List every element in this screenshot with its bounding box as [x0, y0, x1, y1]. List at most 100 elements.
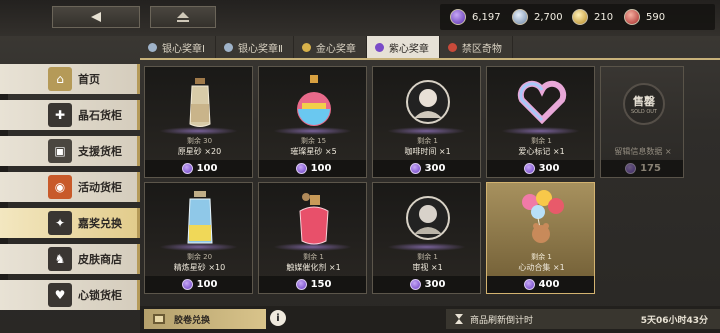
item-price-value: 400: [538, 279, 560, 290]
currency-silver-value: 2,700: [534, 11, 563, 23]
item-price: 300: [373, 160, 480, 177]
shop-item-card[interactable]: 剩余 30 原星砂 ×20 100: [144, 66, 253, 178]
sidebar-item-reward-exchange[interactable]: ✦ 嘉奖兑换: [0, 208, 140, 238]
purple-gem-icon: [181, 163, 193, 174]
item-glow: [159, 127, 238, 135]
sidebar: ⌂ 首页 ✚ 晶石货柜 ▣ 支援货柜 ◉ 活动货柜 ✦ 嘉奖兑换 ♞ 皮肤商店 …: [0, 64, 140, 310]
item-price-value: 150: [310, 279, 332, 290]
refresh-countdown: 商品刷新倒计时 5天06小时43分: [446, 309, 720, 329]
tab-label: 禁区奇物: [461, 43, 502, 55]
item-name: 咖啡时间 ×1: [404, 147, 451, 156]
item-price: 150: [259, 276, 366, 293]
currency-gold[interactable]: 210: [572, 7, 613, 27]
item-remaining: 剩余 20: [186, 253, 213, 261]
item-name: 心动合集 ×1: [518, 263, 565, 272]
shop-item-card[interactable]: 剩余 1 咖啡时间 ×1 300: [372, 66, 481, 178]
purple-gem-icon: [523, 163, 535, 174]
sidebar-item-support-shop[interactable]: ▣ 支援货柜: [0, 136, 140, 166]
currency-gold-value: 210: [594, 11, 614, 23]
tab-gold-medal[interactable]: 金心奖章: [293, 36, 367, 58]
sidebar-item-skin-shop[interactable]: ♞ 皮肤商店: [0, 244, 140, 274]
sidebar-item-heart-lock-shop[interactable]: ♥ 心锁货柜: [0, 280, 140, 310]
tab-forbidden-oddities[interactable]: 禁区奇物: [439, 36, 513, 58]
sidebar-item-label: 支援货柜: [78, 145, 122, 158]
item-price: 175: [601, 160, 683, 177]
item-price-value: 100: [196, 279, 218, 290]
red-medal-icon: [447, 42, 457, 52]
purple-gem-icon: [295, 279, 307, 290]
sidebar-item-label: 皮肤商店: [78, 253, 122, 266]
tab-label: 银心奖章Ⅱ: [237, 43, 283, 55]
item-price-value: 100: [196, 163, 218, 174]
gold-gem-icon: [572, 9, 588, 25]
item-price: 400: [487, 276, 594, 293]
tab-silver-medal-1[interactable]: 银心奖章Ⅰ: [140, 36, 216, 58]
shop-item-card-sold-out[interactable]: 售罄 SOLD OUT 留辑信息数据 × 175: [600, 66, 684, 178]
sidebar-item-label: 活动货柜: [78, 181, 122, 194]
item-price-value: 300: [538, 163, 560, 174]
item-name: 审视 ×1: [412, 263, 443, 272]
sidebar-item-crystal-shop[interactable]: ✚ 晶石货柜: [0, 100, 140, 130]
shop-item-card-featured[interactable]: 剩余 1 心动合集 ×1 400: [486, 182, 595, 294]
sold-out-badge-icon: 售罄 SOLD OUT: [623, 83, 665, 125]
sidebar-item-home[interactable]: ⌂ 首页: [0, 64, 140, 94]
purple-gem-icon: [523, 279, 535, 290]
sidebar-item-label: 心锁货柜: [78, 289, 122, 302]
hourglass-icon: [455, 314, 463, 324]
item-price: 300: [373, 276, 480, 293]
back-arrow-icon: [91, 12, 101, 22]
item-glow: [501, 127, 580, 135]
item-name: 爱心标记 ×1: [518, 147, 565, 156]
item-remaining: 剩余 15: [300, 137, 327, 145]
item-remaining: 剩余 30: [186, 137, 213, 145]
currency-silver[interactable]: 2,700: [512, 7, 563, 27]
tab-purple-medal[interactable]: 紫心奖章: [366, 36, 440, 58]
item-remaining: 剩余 1: [417, 137, 438, 145]
sidebar-item-event-shop[interactable]: ◉ 活动货柜: [0, 172, 140, 202]
film-exchange-button[interactable]: 胶卷兑换: [144, 309, 266, 329]
shop-item-card[interactable]: 剩余 1 触媒催化剂 ×1 150: [258, 182, 367, 294]
item-price-value: 100: [310, 163, 332, 174]
sidebar-item-label: 首页: [78, 73, 100, 86]
home-button[interactable]: [150, 6, 216, 28]
currency-purple[interactable]: 6,197: [450, 7, 501, 27]
film-roll-icon: [153, 314, 165, 324]
home-icon: ⌂: [48, 67, 72, 91]
purple-gem-icon: [409, 279, 421, 290]
shop-item-card[interactable]: 剩余 1 爱心标记 ×1 300: [486, 66, 595, 178]
item-price: 100: [145, 160, 252, 177]
back-button[interactable]: [52, 6, 140, 28]
silver-gem-icon: [512, 9, 528, 25]
item-price: 100: [145, 276, 252, 293]
item-remaining: 剩余 1: [531, 137, 552, 145]
item-glow: [387, 127, 466, 135]
purple-gem-icon: [409, 163, 421, 174]
item-price: 100: [259, 160, 366, 177]
refresh-time: 5天06小时43分: [640, 315, 708, 326]
tab-silver-medal-2[interactable]: 银心奖章Ⅱ: [215, 36, 294, 58]
item-glow: [159, 243, 238, 251]
skin-icon: ♞: [48, 247, 72, 271]
shop-item-card[interactable]: 剩余 1 审视 ×1 300: [372, 182, 481, 294]
tab-label: 金心奖章: [315, 43, 356, 55]
sidebar-item-label: 晶石货柜: [78, 109, 122, 122]
shop-item-card[interactable]: 剩余 20 精炼星砂 ×10 100: [144, 182, 253, 294]
item-remaining: 剩余 1: [531, 253, 552, 261]
purple-gem-icon: [181, 279, 193, 290]
item-name: 精炼星砂 ×10: [173, 263, 226, 272]
sidebar-item-label: 嘉奖兑换: [78, 217, 122, 230]
refresh-label: 商品刷新倒计时: [470, 315, 534, 326]
home-eject-icon: [177, 12, 189, 22]
support-box-icon: ▣: [48, 139, 72, 163]
tab-label: 紫心奖章: [388, 43, 429, 55]
balloon-bear-icon: [487, 183, 594, 253]
info-button[interactable]: i: [270, 310, 286, 326]
item-glow: [387, 243, 466, 251]
item-price-value: 300: [424, 279, 446, 290]
sold-out-label: 售罄: [633, 95, 655, 108]
purple-medal-icon: [374, 42, 384, 52]
currency-red[interactable]: 590: [624, 7, 665, 27]
shop-item-card[interactable]: 剩余 15 璀璨星砂 ×5 100: [258, 66, 367, 178]
sold-out-sublabel: SOLD OUT: [631, 109, 657, 115]
gold-medal-icon: [301, 42, 311, 52]
